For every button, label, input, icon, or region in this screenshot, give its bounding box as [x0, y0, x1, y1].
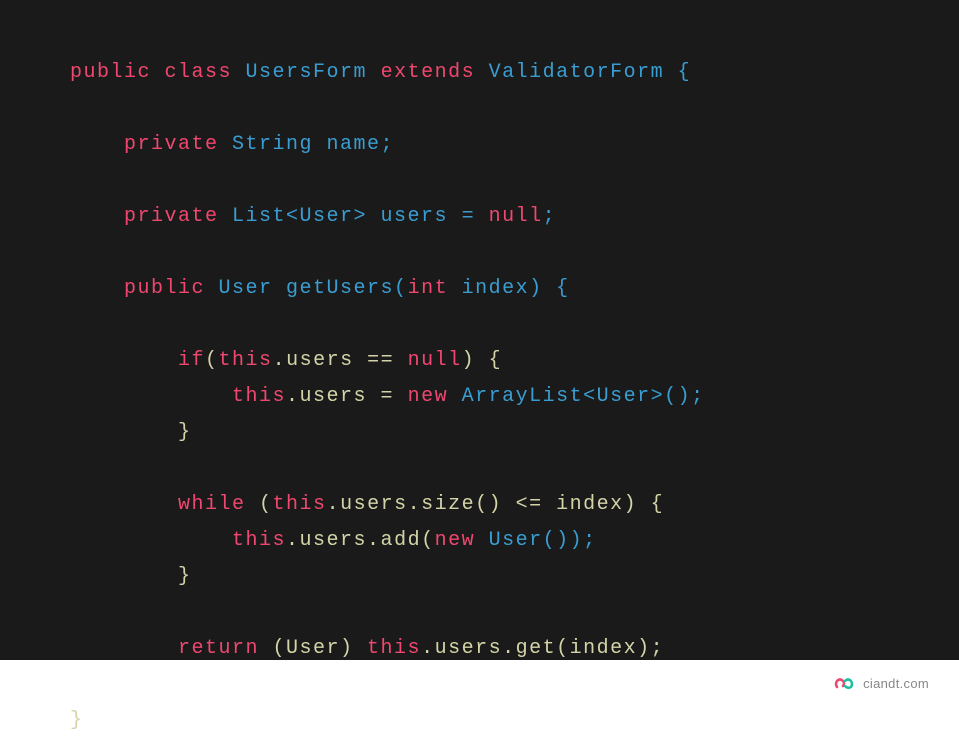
code-line: public class UsersForm extends Validator…: [70, 55, 889, 91]
code-line: [70, 91, 889, 127]
code-line: [70, 307, 889, 343]
code-line: this.users = new ArrayList<User>();: [70, 379, 889, 415]
code-token: index) {: [462, 277, 570, 300]
code-token: String name;: [232, 133, 394, 156]
code-token: private: [124, 205, 232, 228]
code-token: UsersForm: [246, 61, 381, 84]
code-token: [70, 529, 232, 552]
code-token: .users =: [286, 385, 408, 408]
code-token: .users.size() <= index) {: [327, 493, 665, 516]
slide-footer: ciandt.com: [0, 660, 959, 707]
code-token: .users.add(: [286, 529, 435, 552]
code-token: this: [273, 493, 327, 516]
code-token: null: [408, 349, 462, 372]
code-token: (: [205, 349, 219, 372]
code-token: this: [232, 529, 286, 552]
code-token: }: [70, 565, 192, 588]
code-line: if(this.users == null) {: [70, 343, 889, 379]
code-token: while: [178, 493, 259, 516]
code-line: [70, 451, 889, 487]
code-line: [70, 163, 889, 199]
code-token: new: [408, 385, 462, 408]
code-token: public: [124, 277, 219, 300]
code-token: User());: [489, 529, 597, 552]
code-token: [70, 205, 124, 228]
code-line: }: [70, 559, 889, 595]
code-line: while (this.users.size() <= index) {: [70, 487, 889, 523]
code-token: int: [408, 277, 462, 300]
code-token: return: [178, 637, 273, 660]
code-token: [70, 493, 178, 516]
code-token: null: [489, 205, 543, 228]
brand-text: ciandt.com: [863, 676, 929, 691]
code-token: this: [367, 637, 421, 660]
code-token: extends: [381, 61, 489, 84]
code-token: ValidatorForm {: [489, 61, 692, 84]
code-line: [70, 235, 889, 271]
code-token: this: [219, 349, 273, 372]
code-token: public: [70, 61, 165, 84]
code-token: [70, 349, 178, 372]
code-token: [70, 133, 124, 156]
code-token: [70, 385, 232, 408]
code-line: }: [70, 415, 889, 451]
code-token: }: [70, 709, 84, 732]
code-token: new: [435, 529, 489, 552]
code-line: public User getUsers(int index) {: [70, 271, 889, 307]
code-token: class: [165, 61, 246, 84]
code-line: private List<User> users = null;: [70, 199, 889, 235]
code-block: public class UsersForm extends Validator…: [70, 55, 889, 739]
code-line: this.users.add(new User());: [70, 523, 889, 559]
code-token: List<User> users =: [232, 205, 489, 228]
code-token: [70, 277, 124, 300]
code-token: User getUsers(: [219, 277, 408, 300]
code-token: [70, 637, 178, 660]
code-token: .users.get(index);: [421, 637, 664, 660]
code-token: (User): [273, 637, 368, 660]
code-token: this: [232, 385, 286, 408]
code-token: private: [124, 133, 232, 156]
code-token: .users ==: [273, 349, 408, 372]
code-token: ) {: [462, 349, 503, 372]
code-line: private String name;: [70, 127, 889, 163]
code-slide: public class UsersForm extends Validator…: [0, 0, 959, 660]
code-token: ArrayList<User>();: [462, 385, 705, 408]
code-line: [70, 595, 889, 631]
code-token: if: [178, 349, 205, 372]
code-token: }: [70, 421, 192, 444]
code-line: }: [70, 703, 889, 739]
code-token: ;: [543, 205, 557, 228]
code-token: (: [259, 493, 273, 516]
brand-logo-icon: [833, 677, 855, 691]
